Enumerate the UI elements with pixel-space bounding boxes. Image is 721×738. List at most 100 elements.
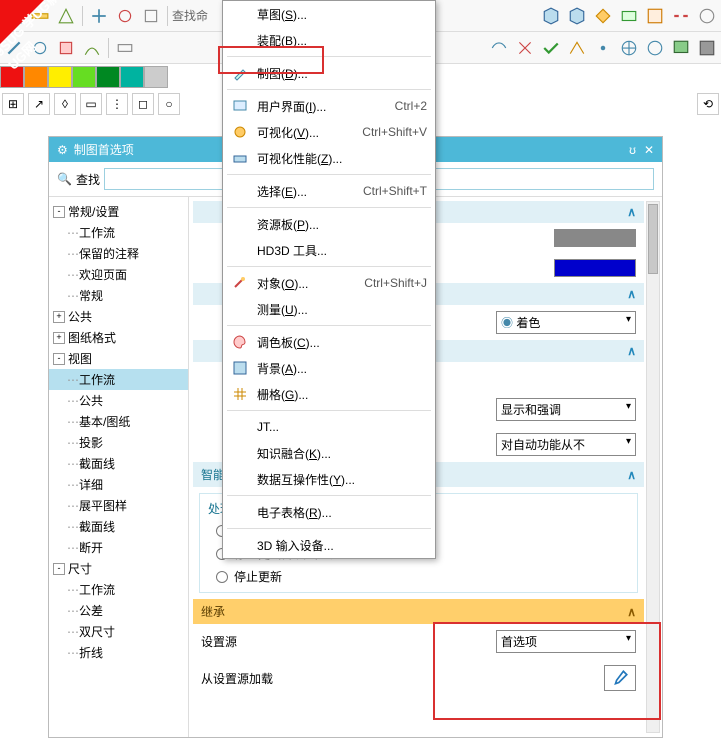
tool-icon[interactable] xyxy=(695,36,719,60)
tool-icon[interactable] xyxy=(28,4,52,28)
small-button[interactable]: ▭ xyxy=(80,93,102,115)
color-swatch[interactable] xyxy=(48,66,72,88)
tree-node[interactable]: +公共 xyxy=(49,306,188,327)
tree-node[interactable]: ⋯截面线 xyxy=(49,453,188,474)
menu-item[interactable]: 知识融合(K)... xyxy=(223,440,435,466)
menu-item[interactable]: 装配(B)... xyxy=(223,27,435,53)
tool-icon[interactable] xyxy=(617,36,641,60)
scroll-thumb[interactable] xyxy=(648,204,658,274)
menu-item[interactable]: 选择(E)...Ctrl+Shift+T xyxy=(223,178,435,204)
tool-icon[interactable] xyxy=(539,36,563,60)
display-dropdown[interactable]: 显示和强调 xyxy=(496,398,636,421)
collapse-icon[interactable]: ∧ xyxy=(627,205,636,219)
collapse-icon[interactable]: ∧ xyxy=(627,468,636,482)
color-swatch[interactable] xyxy=(554,259,636,277)
tool-cube-icon[interactable] xyxy=(565,4,589,28)
menu-item[interactable]: 栅格(G)... xyxy=(223,381,435,407)
tool-cube-icon[interactable] xyxy=(539,4,563,28)
color-swatch[interactable] xyxy=(96,66,120,88)
small-button[interactable]: ↗ xyxy=(28,93,50,115)
tree-toggle[interactable]: + xyxy=(53,311,65,323)
tree-node[interactable]: -视图 xyxy=(49,348,188,369)
tree-node[interactable]: ⋯常规 xyxy=(49,285,188,306)
small-button[interactable]: ⋮ xyxy=(106,93,128,115)
menu-item[interactable]: 对象(O)...Ctrl+Shift+J xyxy=(223,270,435,296)
scrollbar[interactable] xyxy=(646,201,660,733)
color-swatch[interactable] xyxy=(0,66,24,88)
menu-item[interactable]: 3D 输入设备... xyxy=(223,532,435,558)
tree-node[interactable]: ⋯详细 xyxy=(49,474,188,495)
menu-item[interactable]: 测量(U)... xyxy=(223,296,435,322)
tree-node[interactable]: +图纸格式 xyxy=(49,327,188,348)
menu-item[interactable]: JT... xyxy=(223,414,435,440)
menu-item[interactable]: 数据互操作性(Y)... xyxy=(223,466,435,492)
tree-node[interactable]: ⋯双尺寸 xyxy=(49,621,188,642)
tree-node[interactable]: ⋯断开 xyxy=(49,537,188,558)
menu-item[interactable]: 调色板(C)... xyxy=(223,329,435,355)
source-dropdown[interactable]: 首选项 xyxy=(496,630,636,653)
color-swatch[interactable] xyxy=(554,229,636,247)
menu-item[interactable]: 制图(D)... xyxy=(223,60,435,86)
tool-icon[interactable] xyxy=(80,36,104,60)
tool-icon[interactable] xyxy=(669,4,693,28)
tree-node[interactable]: -常规/设置 xyxy=(49,201,188,222)
menu-item[interactable]: 可视化性能(Z)... xyxy=(223,145,435,171)
collapse-icon[interactable]: ∧ xyxy=(627,344,636,358)
small-button[interactable]: ◊ xyxy=(54,93,76,115)
tree-toggle[interactable]: - xyxy=(53,206,65,218)
tool-icon[interactable] xyxy=(54,4,78,28)
tool-icon[interactable] xyxy=(617,4,641,28)
tree-node[interactable]: ⋯欢迎页面 xyxy=(49,264,188,285)
auto-dropdown[interactable]: 对自动功能从不 xyxy=(496,433,636,456)
tool-icon[interactable] xyxy=(565,36,589,60)
tool-icon[interactable] xyxy=(487,36,511,60)
small-button[interactable]: ◻ xyxy=(132,93,154,115)
menu-item[interactable]: 背景(A)... xyxy=(223,355,435,381)
color-swatch[interactable] xyxy=(24,66,48,88)
tree-node[interactable]: -尺寸 xyxy=(49,558,188,579)
tree-node[interactable]: ⋯基本/图纸 xyxy=(49,411,188,432)
color-swatch[interactable] xyxy=(120,66,144,88)
tree-node[interactable]: ⋯公共 xyxy=(49,390,188,411)
small-button[interactable]: ⟲ xyxy=(697,93,719,115)
menu-item[interactable]: 可视化(V)...Ctrl+Shift+V xyxy=(223,119,435,145)
tree-node[interactable]: ⋯工作流 xyxy=(49,369,188,390)
collapse-icon[interactable]: ∧ xyxy=(627,287,636,301)
tree-node[interactable]: ⋯保留的注释 xyxy=(49,243,188,264)
tool-icon[interactable] xyxy=(54,36,78,60)
menu-item[interactable]: HD3D 工具... xyxy=(223,237,435,263)
menu-item[interactable]: 用户界面(I)...Ctrl+2 xyxy=(223,93,435,119)
tool-icon[interactable] xyxy=(2,4,26,28)
tool-icon[interactable] xyxy=(139,4,163,28)
color-swatch[interactable] xyxy=(72,66,96,88)
help-icon[interactable]: ʊ xyxy=(629,143,636,157)
tool-icon[interactable] xyxy=(643,4,667,28)
tree-node[interactable]: ⋯工作流 xyxy=(49,222,188,243)
tree-node[interactable]: ⋯工作流 xyxy=(49,579,188,600)
close-icon[interactable]: ✕ xyxy=(644,143,654,157)
tree-node[interactable]: ⋯截面线 xyxy=(49,516,188,537)
tree-toggle[interactable]: - xyxy=(53,563,65,575)
color-swatch[interactable] xyxy=(144,66,168,88)
tool-icon[interactable] xyxy=(87,4,111,28)
tree-node[interactable]: ⋯投影 xyxy=(49,432,188,453)
eyedropper-button[interactable] xyxy=(604,665,636,691)
tool-icon[interactable] xyxy=(669,36,693,60)
shade-dropdown[interactable]: ◉ 着色 xyxy=(496,311,636,334)
tool-icon[interactable] xyxy=(113,4,137,28)
tool-icon[interactable] xyxy=(695,4,719,28)
menu-item[interactable]: 草图(S)... xyxy=(223,1,435,27)
tree-toggle[interactable]: + xyxy=(53,332,65,344)
tree-node[interactable]: ⋯展平图样 xyxy=(49,495,188,516)
tree-node[interactable]: ⋯公差 xyxy=(49,600,188,621)
tool-icon[interactable] xyxy=(643,36,667,60)
menu-item[interactable]: 电子表格(R)... xyxy=(223,499,435,525)
tree-toggle[interactable]: - xyxy=(53,353,65,365)
radio-stop[interactable]: 停止更新 xyxy=(200,565,637,588)
small-button[interactable]: ⊞ xyxy=(2,93,24,115)
menu-item[interactable]: 资源板(P)... xyxy=(223,211,435,237)
category-tree[interactable]: -常规/设置⋯工作流⋯保留的注释⋯欢迎页面⋯常规+公共+图纸格式-视图⋯工作流⋯… xyxy=(49,197,189,737)
tree-node[interactable]: ⋯折线 xyxy=(49,642,188,663)
tool-icon[interactable] xyxy=(513,36,537,60)
tool-icon[interactable] xyxy=(2,36,26,60)
